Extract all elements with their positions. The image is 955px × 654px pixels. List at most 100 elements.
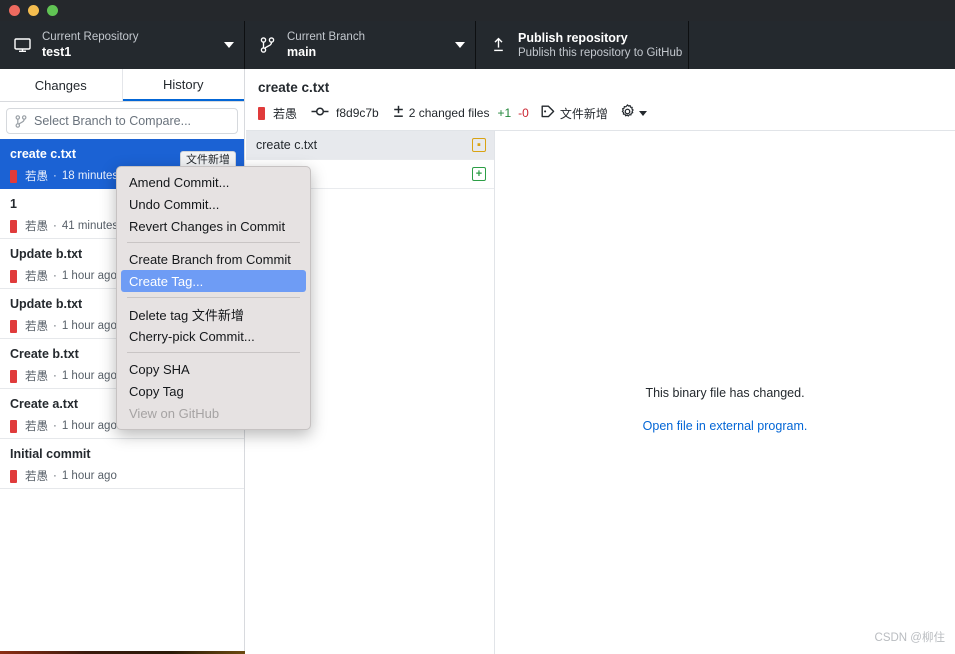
avatar xyxy=(10,219,17,233)
commit-time: 1 hour ago xyxy=(61,370,117,382)
current-branch-button[interactable]: Current Branch main xyxy=(245,21,476,69)
commit-meta: 若愚 · 1 hour ago xyxy=(10,468,234,484)
avatar xyxy=(10,419,17,433)
menu-item-amend-commit[interactable]: Amend Commit... xyxy=(117,171,310,193)
menu-item-undo-commit[interactable]: Undo Commit... xyxy=(117,193,310,215)
changed-files-summary: 2 changed files xyxy=(393,105,490,121)
menu-item-delete-tag[interactable]: Delete tag 文件新增 xyxy=(117,303,310,325)
commit-detail-tag[interactable]: 文件新增 xyxy=(541,105,608,122)
changed-file-name: create c.txt xyxy=(256,138,318,152)
meta-separator: · xyxy=(53,320,57,332)
maximize-window-button[interactable] xyxy=(47,5,58,16)
publish-subtitle: Publish this repository to GitHub xyxy=(518,46,683,59)
meta-separator: · xyxy=(53,370,57,382)
current-branch-value: main xyxy=(287,45,317,60)
avatar xyxy=(258,106,265,120)
avatar xyxy=(10,469,17,483)
publish-repository-button[interactable]: Publish repository Publish this reposito… xyxy=(476,21,689,69)
publish-title: Publish repository xyxy=(518,30,628,45)
meta-separator: · xyxy=(53,420,57,432)
tag-icon xyxy=(541,105,555,121)
chevron-down-icon xyxy=(224,42,234,48)
commit-context-menu[interactable]: Amend Commit... Undo Commit... Revert Ch… xyxy=(116,166,311,430)
commit-author: 若愚 xyxy=(25,471,48,483)
current-repository-button[interactable]: Current Repository test1 xyxy=(0,21,245,69)
gear-icon xyxy=(620,104,635,122)
menu-item-copy-tag[interactable]: Copy Tag xyxy=(117,380,310,402)
commit-author: 若愚 xyxy=(25,171,48,183)
watermark: CSDN @柳住 xyxy=(874,632,945,644)
commit-time: 1 hour ago xyxy=(61,420,117,432)
commit-detail-pane: create c.txt 若愚 f8d9c7b 2 changed files … xyxy=(246,69,955,654)
commit-detail-author: 若愚 xyxy=(258,105,297,122)
menu-separator xyxy=(127,242,300,243)
current-repository-label: Current Repository xyxy=(42,30,139,43)
chevron-down-icon xyxy=(638,110,647,116)
commit-content-split: create c.txt ▪ + This binary file has ch… xyxy=(246,131,955,654)
commit-detail-author-name: 若愚 xyxy=(273,106,298,121)
tab-history[interactable]: History xyxy=(122,69,244,101)
commit-settings-button[interactable] xyxy=(620,104,647,122)
avatar xyxy=(10,169,17,183)
changed-files-label: 2 changed files xyxy=(408,106,490,120)
menu-item-cherry-pick[interactable]: Cherry-pick Commit... xyxy=(117,325,310,347)
meta-separator: · xyxy=(53,220,57,232)
minimize-window-button[interactable] xyxy=(28,5,39,16)
diff-viewer: This binary file has changed. Open file … xyxy=(495,131,955,654)
commit-detail-tag-label: 文件新增 xyxy=(559,106,608,121)
avatar xyxy=(10,269,17,283)
github-desktop-window: Current Repository test1 Current Branch … xyxy=(0,0,955,654)
additions-count: +1 xyxy=(497,106,512,120)
changed-file-row[interactable]: create c.txt ▪ xyxy=(246,131,494,160)
branch-icon xyxy=(257,37,277,53)
commit-detail-sha-value: f8d9c7b xyxy=(336,106,379,120)
compare-branch-placeholder: Select Branch to Compare... xyxy=(34,114,192,128)
title-bar xyxy=(0,0,955,21)
commit-title: Initial commit xyxy=(10,447,91,461)
menu-item-copy-sha[interactable]: Copy SHA xyxy=(117,358,310,380)
commit-author: 若愚 xyxy=(25,271,48,283)
menu-item-revert-changes[interactable]: Revert Changes in Commit xyxy=(117,215,310,237)
avatar xyxy=(10,369,17,383)
menu-item-create-tag[interactable]: Create Tag... xyxy=(121,270,306,292)
menu-separator xyxy=(127,352,300,353)
menu-item-create-branch[interactable]: Create Branch from Commit xyxy=(117,248,310,270)
commit-dot-icon xyxy=(311,106,331,120)
file-status-added-icon: + xyxy=(472,167,486,181)
meta-separator: · xyxy=(53,470,57,482)
commit-time: 1 hour ago xyxy=(61,320,117,332)
tab-changes[interactable]: Changes xyxy=(0,69,123,101)
upload-icon xyxy=(488,37,508,53)
commit-author: 若愚 xyxy=(25,321,48,333)
commit-detail-title: create c.txt xyxy=(258,80,330,95)
commit-time: 41 minutes xyxy=(61,220,119,232)
avatar xyxy=(10,319,17,333)
file-status-modified-icon: ▪ xyxy=(472,138,486,152)
commit-author: 若愚 xyxy=(25,371,48,383)
commit-list-item[interactable]: Initial commit 若愚 · 1 hour ago xyxy=(0,439,244,489)
meta-separator: · xyxy=(53,270,57,282)
current-branch-label: Current Branch xyxy=(287,30,365,43)
commit-time: 18 minutes xyxy=(61,170,119,182)
toolbar-empty-area xyxy=(689,21,955,69)
menu-separator xyxy=(127,297,300,298)
commit-time: 1 hour ago xyxy=(61,270,117,282)
main-toolbar: Current Repository test1 Current Branch … xyxy=(0,21,955,69)
chevron-down-icon xyxy=(455,42,465,48)
commit-detail-meta: 若愚 f8d9c7b 2 changed files +1 -0 文件新增 xyxy=(258,104,943,122)
branch-icon xyxy=(15,114,27,128)
menu-item-view-on-github: View on GitHub xyxy=(129,405,220,421)
tab-history-label: History xyxy=(163,76,204,92)
commit-author: 若愚 xyxy=(25,221,48,233)
binary-file-message: This binary file has changed. xyxy=(645,386,805,400)
commit-author: 若愚 xyxy=(25,421,48,433)
diff-icon xyxy=(393,105,404,121)
desktop-icon xyxy=(12,37,32,53)
tab-changes-label: Changes xyxy=(34,77,87,93)
open-file-external-link[interactable]: Open file in external program. xyxy=(495,419,955,433)
close-window-button[interactable] xyxy=(9,5,20,16)
meta-separator: · xyxy=(53,170,57,182)
commit-detail-sha[interactable]: f8d9c7b xyxy=(311,106,379,120)
compare-branch-input[interactable]: Select Branch to Compare... xyxy=(6,108,238,134)
commit-time: 1 hour ago xyxy=(61,470,117,482)
